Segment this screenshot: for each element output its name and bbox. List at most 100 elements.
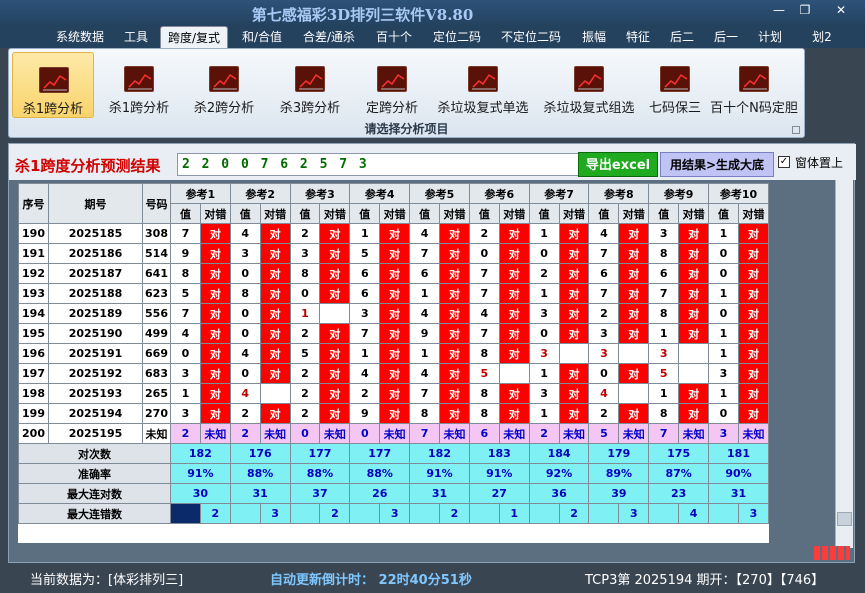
header-value[interactable]: 值 (289, 203, 321, 224)
cell-hit: 对 (199, 323, 231, 344)
header-ref[interactable]: 参考8 (588, 183, 650, 204)
restore-button[interactable]: ❐ (794, 3, 816, 17)
header-ref[interactable]: 参考5 (409, 183, 470, 204)
cell-hit: 对 (678, 263, 710, 284)
table-row[interactable]: 199 2025194 270 3 对 2 对 2 对 9 对 8 对 8 对 1 对 2 对 8 对 0 对 (18, 403, 770, 424)
generate-base-button[interactable]: 用结果>生成大底 (660, 152, 774, 177)
stats-label: 最大连错数 (18, 503, 171, 524)
ribbon-btn-label: 杀垃圾复式单选 (437, 101, 529, 116)
close-button[interactable]: ✕ (830, 3, 852, 17)
menu-more[interactable]: 划2 (806, 26, 838, 48)
panel-header: 杀1跨度分析预测结果 2 2 0 0 7 6 2 5 7 3 导出excel 用… (9, 144, 856, 180)
latest-draw: TCP3第 2025194 期开：【270】【746】 (585, 573, 825, 588)
cell-value: 3 (289, 243, 321, 264)
menu-span-compound[interactable]: 跨度/复式 (160, 26, 228, 48)
ribbon-expand-icon[interactable] (792, 126, 800, 134)
cell-miss (618, 343, 650, 364)
header-correct[interactable]: 对错 (319, 203, 351, 224)
table-row[interactable]: 193 2025188 623 5 对 8 对 0 对 6 对 1 对 7 对 1 对 7 对 7 对 1 对 (18, 283, 770, 304)
header-value[interactable]: 值 (229, 203, 261, 224)
export-excel-button[interactable]: 导出excel (578, 152, 658, 177)
menu-bar: 系统数据 工具 跨度/复式 和/合值 合差/通杀 百十个 定位二码 不定位二码 … (0, 26, 865, 48)
cell-issue: 2025193 (48, 383, 143, 404)
ribbon-btn-kill1-span[interactable]: 杀1跨分析 (12, 52, 94, 118)
header-correct[interactable]: 对错 (199, 203, 231, 224)
header-value[interactable]: 值 (468, 203, 500, 224)
ribbon-btn-kill1-span-b[interactable]: 杀1跨分析 (99, 52, 179, 118)
header-correct[interactable]: 对错 (379, 203, 411, 224)
menu-tools[interactable]: 工具 (116, 26, 156, 48)
header-correct[interactable]: 对错 (439, 203, 470, 224)
header-ref[interactable]: 参考3 (289, 183, 351, 204)
table-row[interactable]: 195 2025190 499 4 对 0 对 2 对 7 对 9 对 7 对 0 对 3 对 1 对 1 对 (18, 323, 770, 344)
header-correct[interactable]: 对错 (259, 203, 291, 224)
header-correct[interactable]: 对错 (498, 203, 530, 224)
header-ref[interactable]: 参考2 (229, 183, 291, 204)
cell-issue: 2025190 (48, 323, 143, 344)
ribbon-btn-seven-code[interactable]: 七码保三 (643, 52, 707, 118)
ribbon-btn-fixed-span[interactable]: 定跨分析 (356, 52, 428, 118)
menu-diff-kill[interactable]: 合差/通杀 (296, 26, 362, 48)
result-field[interactable]: 2 2 0 0 7 6 2 5 7 3 (177, 153, 583, 176)
ribbon-btn-kill2-span[interactable]: 杀2跨分析 (184, 52, 264, 118)
header-correct[interactable]: 对错 (558, 203, 590, 224)
cell-hit: 对 (259, 263, 291, 284)
header-value[interactable]: 值 (170, 203, 201, 224)
header-correct[interactable]: 对错 (678, 203, 710, 224)
cell-value: 0 (708, 263, 739, 284)
chart-icon (209, 66, 239, 92)
table-row[interactable]: 190 2025185 308 7 对 4 对 2 对 1 对 4 对 2 对 1 对 4 对 3 对 1 对 (18, 223, 770, 244)
header-value[interactable]: 值 (409, 203, 441, 224)
menu-plan[interactable]: 计划 (750, 26, 790, 48)
menu-amplitude[interactable]: 振幅 (574, 26, 614, 48)
header-number[interactable]: 号码 (142, 183, 171, 224)
stats-value: 37 (289, 483, 351, 504)
stats-filler (528, 503, 560, 524)
header-value[interactable]: 值 (708, 203, 739, 224)
header-ref[interactable]: 参考7 (528, 183, 590, 204)
table-row[interactable]: 196 2025191 669 0 对 4 对 5 对 1 对 1 对 8 对 3 3 3 1 对 (18, 343, 770, 364)
menu-position-two[interactable]: 定位二码 (426, 26, 488, 48)
menu-non-position-two[interactable]: 不定位二码 (494, 26, 568, 48)
cell-seq: 191 (18, 243, 49, 264)
header-ref[interactable]: 参考9 (648, 183, 710, 204)
cell-value: 2 (588, 403, 620, 424)
cell-value: 3 (708, 363, 739, 384)
header-value[interactable]: 值 (588, 203, 620, 224)
header-issue[interactable]: 期号 (48, 183, 143, 224)
menu-last-two[interactable]: 后二 (662, 26, 702, 48)
ribbon-btn-n-code-bile[interactable]: 百十个N码定胆 (707, 52, 801, 118)
header-correct[interactable]: 对错 (737, 203, 770, 224)
prediction-row[interactable]: 200 2025195 未知 2 未知 2 未知 0 未知 0 未知 7 未知 6 未知 2 未知 5 未知 7 未知 3… (18, 423, 770, 444)
header-value[interactable]: 值 (648, 203, 680, 224)
header-ref[interactable]: 参考1 (170, 183, 231, 204)
scrollbar-thumb[interactable] (837, 512, 852, 526)
table-row[interactable]: 192 2025187 641 8 对 0 对 8 对 6 对 6 对 7 对 2 对 6 对 6 对 0 对 (18, 263, 770, 284)
header-value[interactable]: 值 (349, 203, 381, 224)
always-on-top-checkbox[interactable]: ✓ (778, 156, 790, 168)
header-ref[interactable]: 参考6 (468, 183, 530, 204)
header-seq[interactable]: 序号 (18, 183, 49, 224)
table-row[interactable]: 194 2025189 556 7 对 0 对 1 3 对 4 对 4 对 3 对 2 对 8 对 0 对 (18, 303, 770, 324)
menu-sum[interactable]: 和/合值 (234, 26, 290, 48)
header-ref[interactable]: 参考10 (708, 183, 769, 204)
table-row[interactable]: 197 2025192 683 3 对 0 对 2 对 4 对 4 对 5 1 对 0 对 5 3 对 (18, 363, 770, 384)
header-value[interactable]: 值 (528, 203, 560, 224)
cell-predict-value: 7 (409, 423, 441, 444)
stats-filler (468, 503, 500, 524)
minimize-button[interactable]: — (768, 3, 790, 17)
menu-system-data[interactable]: 系统数据 (50, 26, 110, 48)
app-title: 第七感福彩3D排列三软件V8.80 (251, 6, 474, 24)
table-row[interactable]: 198 2025193 265 1 对 4 2 对 2 对 7 对 8 对 3 对 4 1 对 1 对 (18, 383, 770, 404)
ribbon-btn-junk-group[interactable]: 杀垃圾复式组选 (537, 52, 641, 118)
table-row[interactable]: 191 2025186 514 9 对 3 对 3 对 5 对 7 对 0 对 0 对 7 对 8 对 0 对 (18, 243, 770, 264)
menu-last-one[interactable]: 后一 (706, 26, 746, 48)
header-correct[interactable]: 对错 (618, 203, 650, 224)
header-ref[interactable]: 参考4 (349, 183, 411, 204)
menu-feature[interactable]: 特征 (618, 26, 658, 48)
cell-hit: 对 (259, 243, 291, 264)
menu-hundred-ten-unit[interactable]: 百十个 (368, 26, 420, 48)
ribbon-btn-kill3-span[interactable]: 杀3跨分析 (269, 52, 351, 118)
ribbon-btn-junk-single[interactable]: 杀垃圾复式单选 (431, 52, 535, 118)
vertical-scrollbar[interactable] (835, 180, 853, 548)
